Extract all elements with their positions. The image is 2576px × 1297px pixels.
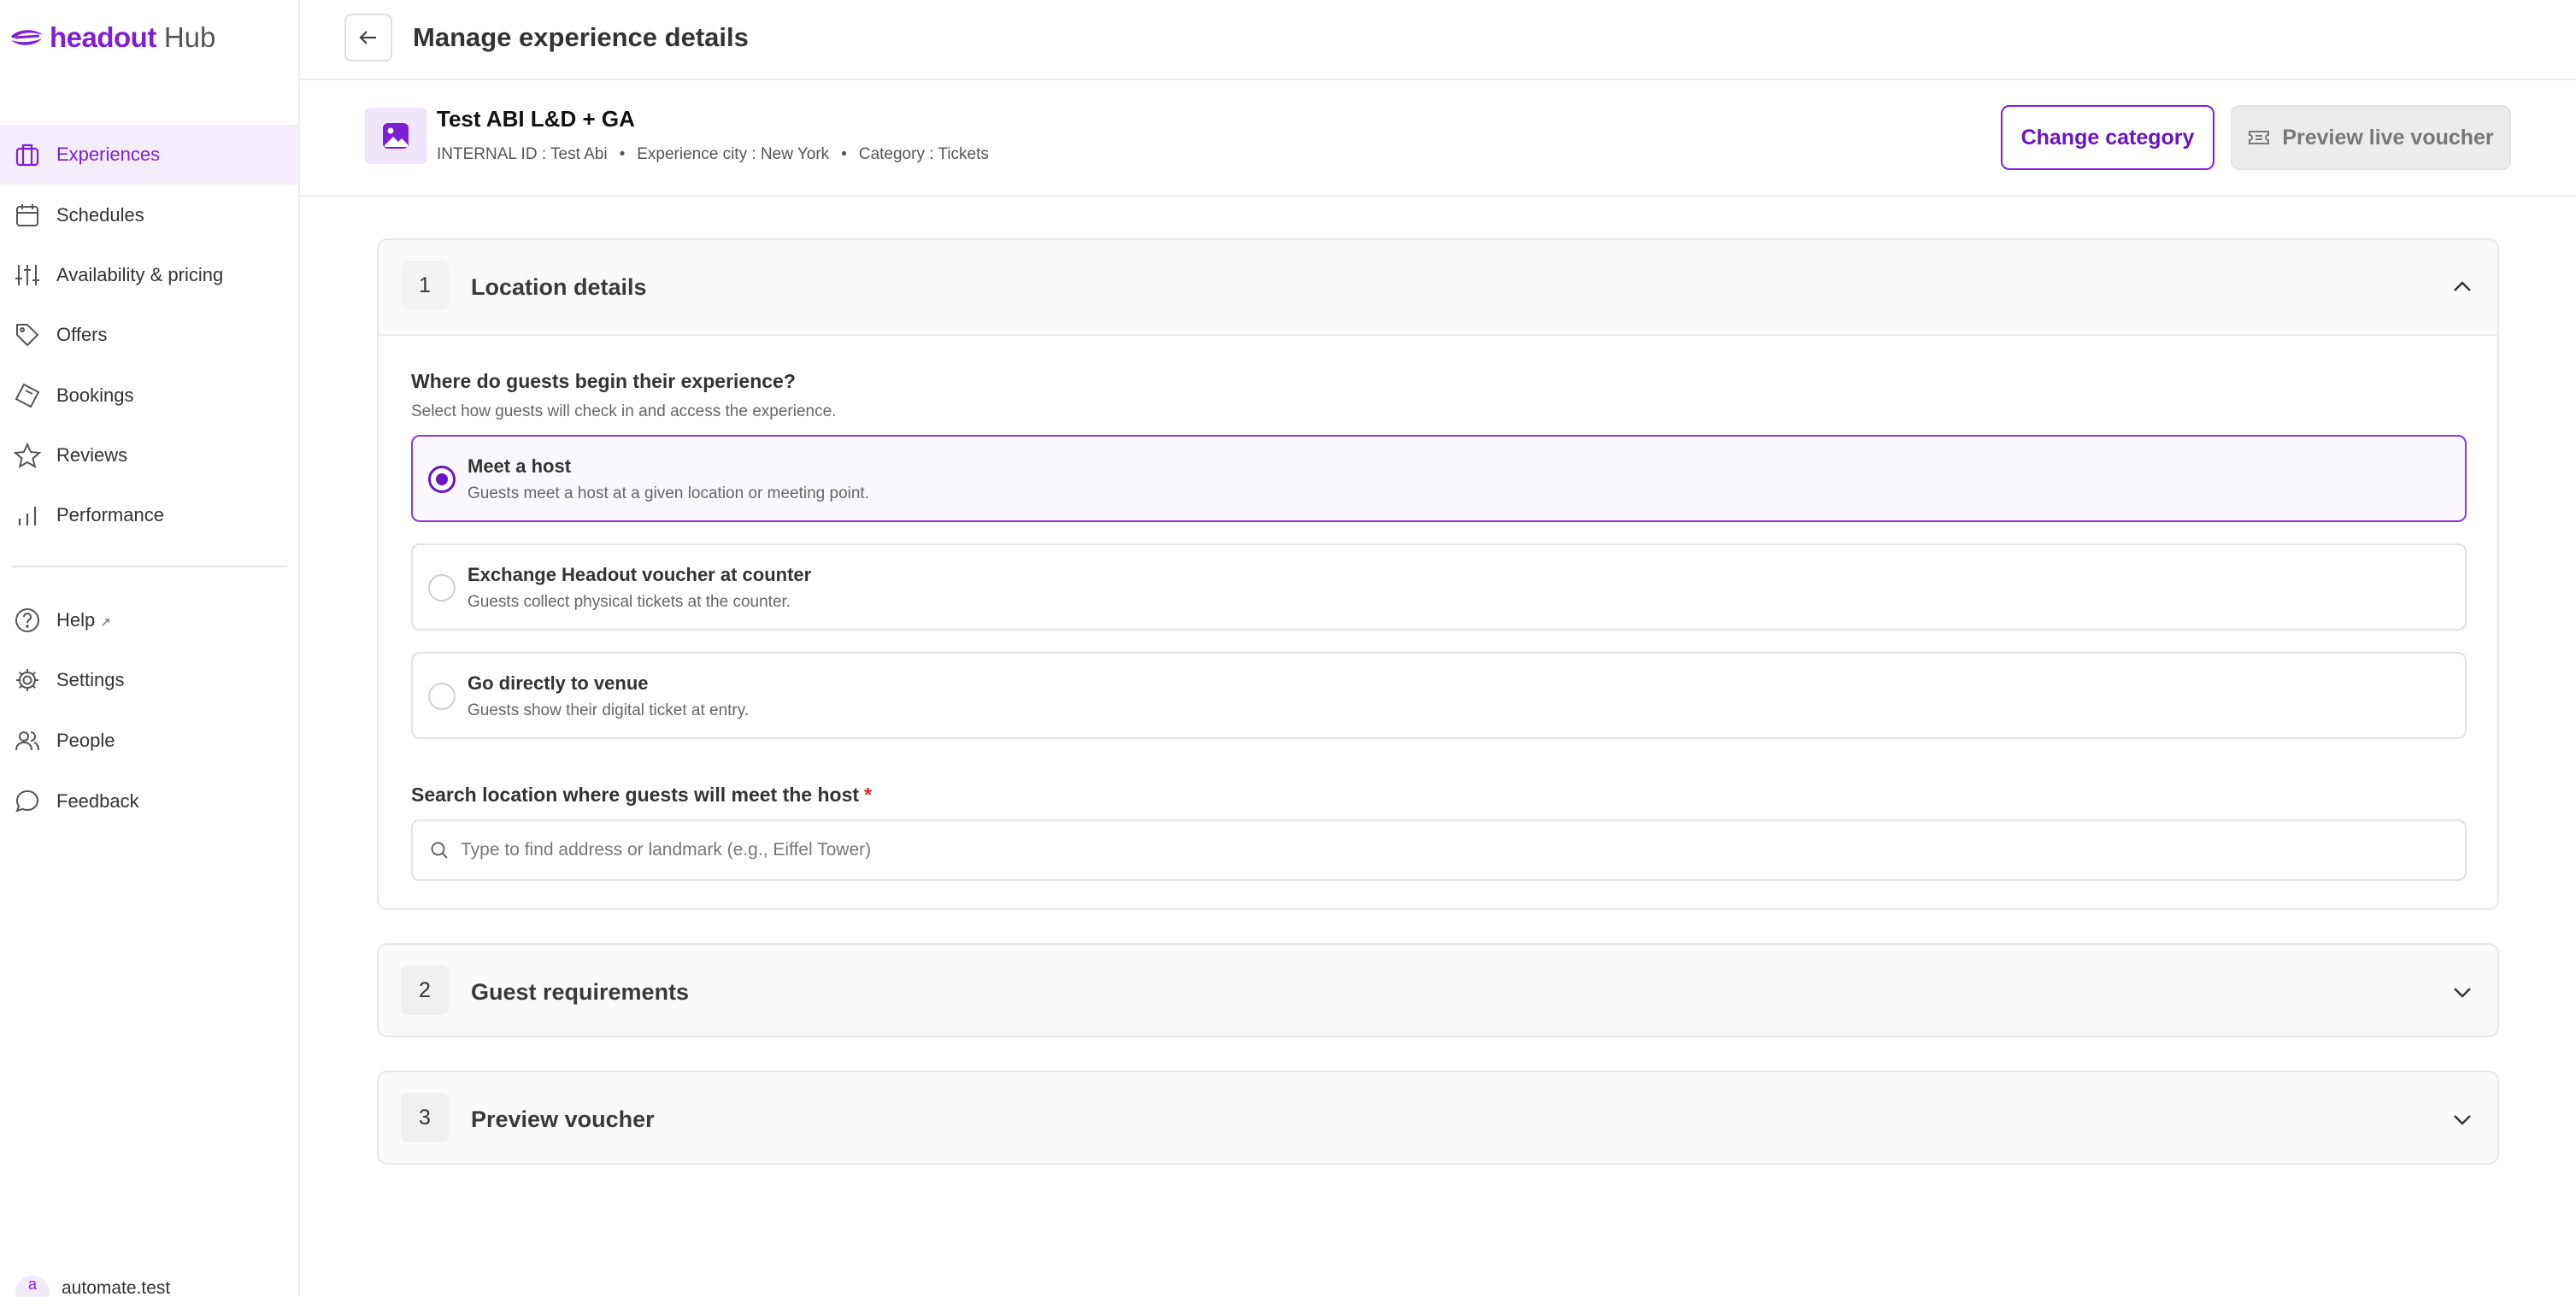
gear-icon [16,669,38,691]
sidebar-item-label: Settings [56,669,125,690]
users-icon [15,731,39,751]
avatar: a [15,1276,50,1297]
sidebar-item-bookings[interactable]: Bookings [0,366,298,425]
radio-button[interactable] [428,683,456,710]
calendar-icon [16,204,38,226]
radio-button[interactable] [428,574,456,602]
section-header-preview-voucher[interactable]: 3 Preview voucher [379,1072,2497,1163]
radio-button-selected[interactable] [428,466,456,493]
sidebar-item-label: Offers [56,324,108,345]
section-title: Guest requirements [471,979,690,1005]
sidebar-item-reviews[interactable]: Reviews [0,425,298,485]
experience-city: Experience city : New York [637,145,830,163]
option-description: Guests collect physical tickets at the c… [468,593,791,611]
search-icon [431,842,448,859]
bar-chart-icon [18,507,37,525]
sidebar-item-label: Experiences [56,144,161,165]
option-title: Meet a host [468,455,572,477]
sidebar-item-offers[interactable]: Offers [0,305,298,365]
location-search-label: Search location where guests will meet t… [411,783,872,806]
headout-hub-logo[interactable]: headout Hub [9,19,215,56]
chevron-up-icon[interactable] [2450,274,2475,300]
section-number: 1 [401,261,449,310]
meta-separator: • [841,145,847,163]
experience-meta: INTERNAL ID : Test Abi • Experience city… [437,145,989,164]
sidebar-item-label: Help ↗ [56,609,111,631]
required-marker: * [864,783,872,806]
location-search-box[interactable] [411,819,2467,881]
sidebar-item-help[interactable]: Help ↗ [0,590,298,650]
user-profile[interactable]: a automate.test [15,1275,170,1297]
ticket-icon [15,383,40,408]
section-header-guest-requirements[interactable]: 2 Guest requirements [379,945,2497,1036]
section-title: Preview voucher [471,1106,655,1132]
message-icon [15,789,39,813]
section-number: 3 [401,1093,449,1142]
experience-category: Category : Tickets [858,145,989,163]
user-name: automate.test [62,1278,171,1297]
sidebar-item-label: People [56,730,115,751]
sliders-icon [15,265,39,285]
brand-suffix: Hub [163,21,216,53]
external-link-icon: ↗ [100,615,111,630]
section-preview-voucher: 3 Preview voucher [377,1071,2499,1165]
option-meet-a-host[interactable]: Meet a host Guests meet a host at a give… [411,435,2467,522]
sidebar-item-label: Reviews [56,444,128,466]
sidebar: headout Hub Experiences Schedules Availa… [0,0,300,1297]
image-icon [383,123,409,149]
sidebar-item-label: Performance [56,504,164,525]
sidebar-item-settings[interactable]: Settings [0,650,298,710]
location-search-input[interactable] [461,840,2426,860]
chevron-down-icon[interactable] [2450,979,2475,1005]
meta-separator: • [619,145,626,163]
page-title: Manage experience details [413,22,749,52]
ticket-icon [2249,131,2270,144]
section-number: 2 [401,965,449,1015]
page-header: Manage experience details [300,0,2576,80]
section-header-location-details[interactable]: 1 Location details [379,240,2497,334]
preview-live-voucher-label: Preview live voucher [2282,125,2494,150]
sidebar-item-feedback[interactable]: Feedback [0,772,298,831]
sidebar-item-label: Feedback [56,790,139,812]
section-guest-requirements: 2 Guest requirements [377,943,2499,1037]
arrow-left-icon [359,31,376,44]
question-title: Where do guests begin their experience? [411,370,796,392]
option-title: Go directly to venue [468,672,649,694]
tag-icon [16,324,39,347]
section-body-location-details: Where do guests begin their experience? … [379,334,2497,908]
section-title: Location details [471,274,647,300]
sidebar-item-schedules[interactable]: Schedules [0,185,298,245]
section-location-details: 1 Location details Where do guests begin… [377,238,2499,910]
sidebar-divider [12,566,287,567]
experience-summary: Test ABI L&D + GA INTERNAL ID : Test Abi… [300,80,2576,197]
sidebar-item-label: Bookings [56,384,134,406]
sidebar-item-availability-pricing[interactable]: Availability & pricing [0,245,298,305]
experience-thumbnail [365,108,426,164]
option-description: Guests meet a host at a given location o… [468,484,869,502]
sidebar-item-people[interactable]: People [0,711,298,771]
option-go-directly-to-venue[interactable]: Go directly to venue Guests show their d… [411,652,2467,739]
headout-logo-icon [11,30,43,45]
internal-id: INTERNAL ID : Test Abi [437,145,608,163]
option-exchange-voucher[interactable]: Exchange Headout voucher at counter Gues… [411,543,2467,631]
sidebar-item-experiences[interactable]: Experiences [0,125,298,185]
sidebar-item-performance[interactable]: Performance [0,485,298,545]
option-title: Exchange Headout voucher at counter [468,564,812,585]
experience-name: Test ABI L&D + GA [437,106,635,132]
back-button[interactable] [344,14,392,62]
sidebar-item-label: Availability & pricing [56,264,224,285]
preview-live-voucher-button[interactable]: Preview live voucher [2231,105,2511,170]
help-circle-icon [15,608,39,632]
option-description: Guests show their digital ticket at entr… [468,701,750,719]
change-category-button[interactable]: Change category [2001,105,2214,170]
brand-name: headout [50,21,156,53]
star-icon [14,442,41,469]
sidebar-item-label: Schedules [56,204,144,226]
chevron-down-icon[interactable] [2450,1106,2475,1132]
briefcase-icon [15,144,39,167]
question-hint: Select how guests will check in and acce… [411,402,837,420]
